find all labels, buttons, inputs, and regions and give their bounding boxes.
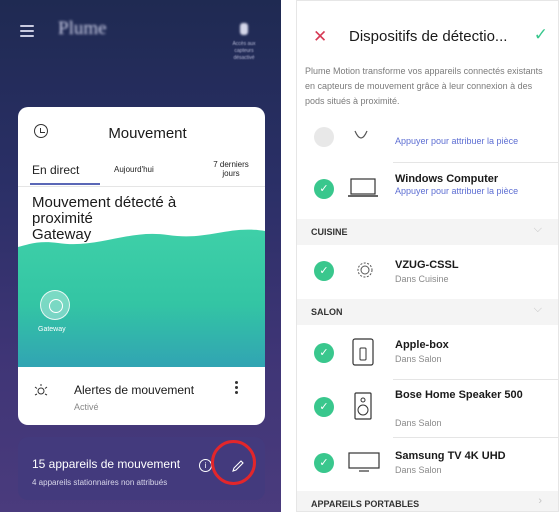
chevron-right-icon[interactable]: ›	[538, 495, 542, 507]
motion-card: Mouvement En direct Aujourd'hui 7 dernie…	[18, 107, 265, 425]
tv-box-icon	[352, 338, 374, 366]
device-name: Apple-box	[395, 339, 449, 351]
close-icon[interactable]: ✕	[313, 27, 327, 47]
sensor-access-toggle[interactable]: Accès aux capteurs désactivé	[225, 20, 263, 62]
assign-room-link[interactable]: Appuyer pour attribuer la pièce	[395, 137, 545, 146]
list-item-vzug[interactable]: ✓ VZUG-CSSL Dans Cuisine	[297, 249, 558, 295]
tab-today[interactable]: Aujourd'hui	[114, 165, 154, 174]
sensor-icon	[354, 130, 368, 139]
checkbox[interactable]: ✓	[314, 397, 334, 417]
motion-app-screen: Plume Accès aux capteurs désactivé Mouve…	[0, 0, 281, 512]
section-salon[interactable]: SALON ⌵	[297, 299, 558, 325]
divider	[393, 437, 558, 438]
chevron-down-icon[interactable]: ⌵	[534, 223, 542, 236]
laptop-icon	[348, 178, 378, 197]
motion-devices-count: 15 appareils de mouvement	[32, 457, 181, 471]
device-room: Dans Salon	[395, 465, 442, 475]
highlight-annotation	[211, 440, 256, 485]
section-label: CUISINE	[311, 227, 348, 237]
sensor-icon	[240, 23, 248, 35]
card-title: Mouvement	[108, 125, 187, 142]
list-item-windows-computer[interactable]: ✓ Windows Computer Appuyer pour attribue…	[297, 167, 558, 215]
sensor-icon	[357, 262, 373, 278]
panel-title: Dispositifs de détectio...	[349, 28, 508, 45]
more-options-icon[interactable]	[235, 381, 239, 396]
motion-alert-icon	[34, 384, 48, 396]
motion-devices-panel: ✕ Dispositifs de détectio... ✓ Plume Mot…	[296, 0, 559, 512]
list-item-samsung-tv[interactable]: ✓ Samsung TV 4K UHD Dans Salon	[297, 441, 558, 489]
section-portable-devices[interactable]: APPAREILS PORTABLES ›	[297, 491, 558, 511]
section-label: APPAREILS PORTABLES	[311, 499, 420, 509]
device-name: VZUG-CSSL	[395, 259, 459, 271]
list-item-partial[interactable]: Appuyer pour attribuer la pièce	[297, 125, 558, 161]
device-name: Bose Home Speaker 500	[395, 389, 523, 401]
assign-room-link[interactable]: Appuyer pour attribuer la pièce	[395, 187, 545, 196]
screenshot-root: Plume Accès aux capteurs désactivé Mouve…	[0, 0, 559, 512]
panel-description: Plume Motion transforme vos appareils co…	[305, 66, 543, 106]
tv-icon	[348, 452, 380, 472]
chevron-down-icon[interactable]: ⌵	[534, 303, 542, 316]
motion-status: Mouvement détecté à proximité Gateway	[32, 195, 232, 243]
checkbox[interactable]	[314, 127, 334, 147]
device-name: Windows Computer	[395, 173, 499, 185]
checkbox[interactable]: ✓	[314, 179, 334, 199]
alert-status: Activé	[74, 402, 99, 412]
section-cuisine[interactable]: CUISINE ⌵	[297, 219, 558, 245]
gateway-label: Gateway	[38, 326, 66, 333]
checkbox[interactable]: ✓	[314, 261, 334, 281]
checkbox[interactable]: ✓	[314, 343, 334, 363]
tab-live[interactable]: En direct	[32, 163, 79, 177]
motion-status-location: Gateway	[32, 226, 92, 243]
active-tab-indicator	[30, 183, 100, 185]
divider	[393, 162, 558, 163]
device-name: Samsung TV 4K UHD	[395, 450, 506, 462]
motion-alerts-row[interactable]: Alertes de mouvement Activé	[18, 369, 265, 425]
menu-icon[interactable]	[20, 25, 34, 40]
device-room: Dans Salon	[395, 354, 442, 364]
section-label: SALON	[311, 307, 343, 317]
checkbox[interactable]: ✓	[314, 453, 334, 473]
app-brand: Plume	[58, 18, 107, 39]
motion-status-line: Mouvement détecté à proximité	[32, 194, 177, 227]
list-item-bose-speaker[interactable]: ✓ Bose Home Speaker 500 Dans Salon	[297, 381, 558, 433]
confirm-icon[interactable]: ✓	[534, 25, 548, 45]
unassigned-devices-label: 4 appareils stationnaires non attribués	[32, 478, 168, 487]
divider	[393, 379, 558, 380]
tab-7-days[interactable]: 7 derniers jours	[211, 160, 251, 178]
gateway-node[interactable]	[40, 290, 70, 320]
sensor-access-label: Accès aux capteurs désactivé	[232, 41, 256, 61]
device-room: Dans Cuisine	[395, 274, 449, 284]
speaker-icon	[354, 392, 372, 420]
alert-title: Alertes de mouvement	[74, 383, 195, 397]
device-room: Dans Salon	[395, 418, 442, 428]
list-item-apple-box[interactable]: ✓ Apple-box Dans Salon	[297, 329, 558, 379]
